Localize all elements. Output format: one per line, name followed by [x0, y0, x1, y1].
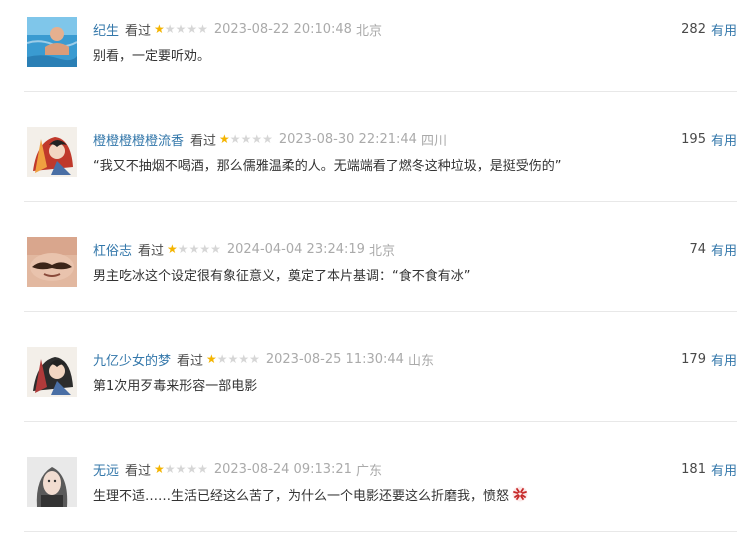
comment-time: 2024-04-04 23:24:19 [226, 241, 365, 257]
watch-status: 看过 [125, 23, 152, 39]
comment-text: 男主吃冰这个设定很有象征意义，奠定了本片基调：“食不食有冰” [93, 264, 470, 284]
star-filled-icon: ★ [154, 462, 165, 476]
rating-stars: ★ ★ ★ ★ ★ [206, 353, 260, 365]
rating-stars: ★ ★ ★ ★ ★ [154, 23, 208, 35]
star-empty-icon: ★ [251, 132, 263, 146]
comment-location: 广东 [355, 463, 382, 479]
comment-body: 男主吃冰这个设定很有象征意义，奠定了本片基调：“食不食有冰” [93, 268, 471, 284]
vote-count: 179 [681, 351, 706, 367]
comment-time: 2023-08-25 11:30:44 [265, 351, 404, 367]
star-empty-icon: ★ [175, 462, 187, 476]
useful-votes: 282 有用 [681, 20, 737, 39]
star-empty-icon: ★ [164, 462, 176, 476]
comment-location: 四川 [420, 133, 447, 149]
comment-location: 北京 [368, 243, 395, 259]
useful-votes: 179 有用 [681, 350, 737, 369]
useful-votes: 181 有用 [681, 460, 737, 479]
useful-button[interactable]: 有用 [711, 20, 737, 39]
comment-header: 九亿少女的梦 看过 ★ ★ ★ ★ ★ 2023-08-25 11:30:44 山东 [93, 350, 434, 369]
rating-stars: ★ ★ ★ ★ ★ [219, 133, 273, 145]
username-link[interactable]: 纪生 [93, 20, 119, 39]
vote-count: 181 [681, 461, 706, 477]
star-empty-icon: ★ [199, 242, 211, 256]
watch-status: 看过 [190, 133, 217, 149]
star-empty-icon: ★ [240, 132, 252, 146]
comment-text: 别看，一定要听劝。 [93, 44, 210, 64]
user-avatar[interactable] [27, 347, 77, 397]
star-empty-icon: ★ [197, 462, 208, 476]
star-filled-icon: ★ [219, 132, 230, 146]
username-link[interactable]: 九亿少女的梦 [93, 350, 171, 369]
star-empty-icon: ★ [197, 22, 208, 36]
star-filled-icon: ★ [206, 352, 217, 366]
useful-button[interactable]: 有用 [711, 350, 737, 369]
comment-body: 生理不适……生活已经这么苦了，为什么一个电影还要这么折磨我，愤怒 [93, 488, 510, 504]
comment-item: 无远 看过 ★ ★ ★ ★ ★ 2023-08-24 09:13:21 广东 181 有… [0, 440, 747, 536]
star-filled-icon: ★ [154, 22, 165, 36]
divider [24, 311, 737, 312]
useful-votes: 195 有用 [681, 130, 737, 149]
star-empty-icon: ★ [186, 462, 198, 476]
star-filled-icon: ★ [167, 242, 178, 256]
comment-text: 第1次用歹毒来形容一部电影 [93, 374, 257, 394]
comment-header: 橙橙橙橙橙流香 看过 ★ ★ ★ ★ ★ 2023-08-30 22:21:44 四川 [93, 130, 447, 149]
useful-votes: 74 有用 [689, 240, 737, 259]
comment-item: 杠俗志 看过 ★ ★ ★ ★ ★ 2024-04-04 23:24:19 北京 74 有… [0, 220, 747, 330]
star-empty-icon: ★ [227, 352, 239, 366]
user-avatar[interactable] [27, 457, 77, 507]
watch-status: 看过 [138, 243, 165, 259]
comment-body: 第1次用歹毒来形容一部电影 [93, 378, 258, 394]
comment-location: 北京 [355, 23, 382, 39]
comment-text: “我又不抽烟不喝酒，那么儒雅温柔的人。无端端看了燃冬这种垃圾，是挺受伤的” [93, 154, 561, 174]
comment-item: 橙橙橙橙橙流香 看过 ★ ★ ★ ★ ★ 2023-08-30 22:21:44 四川 … [0, 110, 747, 220]
rating-stars: ★ ★ ★ ★ ★ [167, 243, 221, 255]
star-empty-icon: ★ [262, 132, 273, 146]
star-empty-icon: ★ [164, 22, 176, 36]
star-empty-icon: ★ [229, 132, 241, 146]
comment-header: 纪生 看过 ★ ★ ★ ★ ★ 2023-08-22 20:10:48 北京 [93, 20, 382, 39]
watch-status: 看过 [125, 463, 152, 479]
user-avatar[interactable] [27, 127, 77, 177]
comment-item: 纪生 看过 ★ ★ ★ ★ ★ 2023-08-22 20:10:48 北京 282 有… [0, 0, 747, 110]
vote-count: 282 [681, 21, 706, 37]
rating-stars: ★ ★ ★ ★ ★ [154, 463, 208, 475]
star-empty-icon: ★ [188, 242, 200, 256]
watch-status: 看过 [177, 353, 204, 369]
username-link[interactable]: 无远 [93, 460, 119, 479]
star-empty-icon: ★ [175, 22, 187, 36]
vote-count: 74 [689, 241, 706, 257]
user-avatar[interactable] [27, 237, 77, 287]
comment-time: 2023-08-24 09:13:21 [213, 461, 352, 477]
username-link[interactable]: 杠俗志 [93, 240, 132, 259]
useful-button[interactable]: 有用 [711, 460, 737, 479]
username-link[interactable]: 橙橙橙橙橙流香 [93, 130, 184, 149]
star-empty-icon: ★ [249, 352, 260, 366]
divider [24, 531, 737, 532]
comment-header: 无远 看过 ★ ★ ★ ★ ★ 2023-08-24 09:13:21 广东 [93, 460, 382, 479]
comment-location: 山东 [407, 353, 434, 369]
anger-icon [512, 486, 528, 502]
divider [24, 201, 737, 202]
comment-item: 九亿少女的梦 看过 ★ ★ ★ ★ ★ 2023-08-25 11:30:44 山东 1… [0, 330, 747, 440]
comment-body: “我又不抽烟不喝酒，那么儒雅温柔的人。无端端看了燃冬这种垃圾，是挺受伤的” [93, 158, 562, 174]
star-empty-icon: ★ [238, 352, 250, 366]
star-empty-icon: ★ [186, 22, 198, 36]
comment-list: 纪生 看过 ★ ★ ★ ★ ★ 2023-08-22 20:10:48 北京 282 有… [0, 0, 747, 536]
comment-time: 2023-08-22 20:10:48 [213, 21, 352, 37]
star-empty-icon: ★ [177, 242, 189, 256]
comment-text: 生理不适……生活已经这么苦了，为什么一个电影还要这么折磨我，愤怒 [93, 484, 528, 504]
comment-time: 2023-08-30 22:21:44 [278, 131, 417, 147]
comment-header: 杠俗志 看过 ★ ★ ★ ★ ★ 2024-04-04 23:24:19 北京 [93, 240, 395, 259]
star-empty-icon: ★ [216, 352, 228, 366]
star-empty-icon: ★ [210, 242, 221, 256]
divider [24, 421, 737, 422]
divider [24, 91, 737, 92]
user-avatar[interactable] [27, 17, 77, 67]
vote-count: 195 [681, 131, 706, 147]
useful-button[interactable]: 有用 [711, 240, 737, 259]
useful-button[interactable]: 有用 [711, 130, 737, 149]
comment-body: 别看，一定要听劝。 [93, 48, 211, 64]
